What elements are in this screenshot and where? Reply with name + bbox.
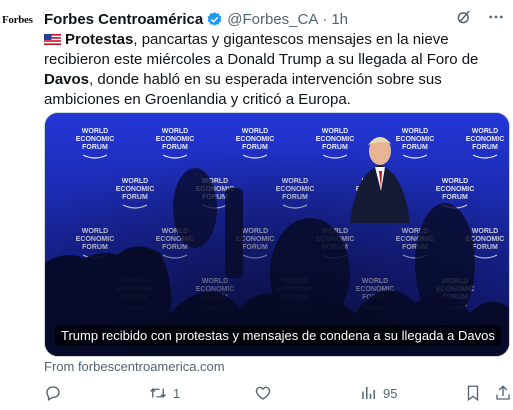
tweet-time[interactable]: 1h [331, 11, 348, 28]
header-separator: · [322, 10, 328, 28]
reply-icon [46, 386, 60, 401]
grok-icon[interactable] [455, 8, 473, 26]
action-bar: 1 95 [44, 384, 512, 404]
views-button[interactable]: 95 [360, 384, 397, 402]
tweet-text: Protestas, pancartas y gigantescos mensa… [44, 30, 506, 110]
retweet-icon [150, 388, 166, 398]
media-image: WORLDECONOMICFORUMWORLDECONOMICFORUMWORL… [45, 113, 509, 356]
bookmark-button[interactable] [464, 384, 482, 402]
us-flag-icon [44, 34, 61, 45]
account-handle[interactable]: @Forbes_CA [227, 11, 318, 28]
media-caption: Trump recibido con protestas y mensajes … [55, 325, 501, 346]
tweet-text-segment-2: , donde habló en su esperada intervenció… [44, 71, 442, 108]
reply-button[interactable] [44, 384, 62, 402]
media-card[interactable]: WORLDECONOMICFORUMWORLDECONOMICFORUMWORL… [44, 112, 510, 357]
heart-icon [255, 386, 271, 400]
account-name[interactable]: Forbes Centroamérica [44, 11, 203, 28]
views-chart-icon [362, 387, 375, 399]
avatar-logo-text: Forbes [2, 14, 33, 26]
tweet-bold-davos: Davos [44, 71, 90, 88]
tweet-header: Forbes Centroamérica @Forbes_CA · 1h [44, 8, 505, 30]
card-source-link[interactable]: From forbescentroamerica.com [44, 359, 225, 374]
header-actions [455, 8, 505, 26]
retweet-button[interactable]: 1 [148, 384, 180, 402]
bookmark-icon [467, 385, 479, 402]
tweet[interactable]: Forbes Forbes Centroamérica @Forbes_CA ·… [0, 0, 513, 410]
views-count: 95 [383, 385, 398, 401]
avatar[interactable]: Forbes [2, 14, 38, 42]
tweet-bold-protestas: Protestas [65, 31, 134, 48]
verified-badge-icon [206, 11, 223, 28]
retweet-count: 1 [173, 385, 181, 401]
share-button[interactable] [494, 384, 512, 402]
like-button[interactable] [254, 384, 272, 402]
more-options-icon[interactable] [487, 8, 505, 26]
share-icon [496, 385, 510, 400]
